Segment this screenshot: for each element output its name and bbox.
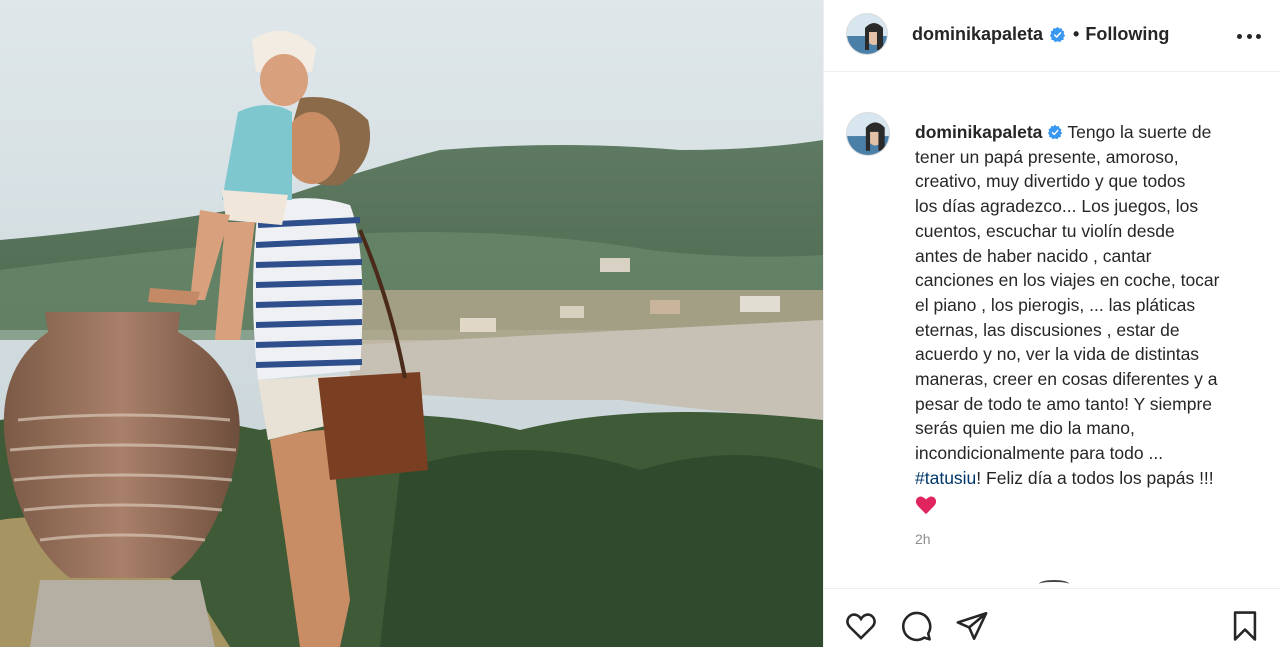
caption-line: maneras, creer en cosas diferentes y a [915,369,1218,390]
caption-avatar-image [847,113,889,155]
caption-line: los días agradezco... Los juegos, los [915,196,1199,217]
caption-hashtag-line: #tatusiu! Feliz día a todos los papás !!… [915,466,1260,491]
heart-outline-icon[interactable] [844,609,878,643]
bookmark-icon[interactable] [1228,609,1262,643]
caption-line: pesar de todo te amo tanto! Y siempre [915,393,1213,414]
verified-badge-icon [1049,26,1066,43]
post-side-panel: dominikapaleta • Following dominikapalet… [823,0,1280,647]
avatar[interactable] [846,13,888,55]
caption-first-line: dominikapaleta Tengo la suerte de [915,120,1260,145]
post-photo[interactable] [0,0,823,647]
caption-line: ! Feliz día a todos los papás !!! [976,467,1214,488]
caption-line: antes de haber nacido , cantar [915,245,1152,266]
caption-username-link[interactable]: dominikapaleta [915,122,1042,142]
red-heart-emoji-icon [915,496,937,514]
paper-plane-icon[interactable] [955,609,989,643]
caption-line: creativo, muy divertido y que todos [915,171,1186,192]
caption-line: el piano , los pierogis, ... las plática… [915,294,1196,315]
caption-line: acuerdo y no, ver la vida de distintas [915,344,1200,365]
caption-line: Tengo la suerte de [1067,122,1212,142]
caption-avatar[interactable] [846,112,890,156]
following-button[interactable]: Following [1085,24,1169,45]
hashtag-link[interactable]: #tatusiu [915,468,976,488]
comment-bubble-icon[interactable] [899,609,933,643]
post-header: dominikapaleta • Following [824,0,1280,72]
caption-line: tener un papá presente, amoroso, [915,146,1179,167]
caption-line: canciones en los viajes en coche, tocar [915,270,1220,291]
caption-line: serás quien me dio la mano, [915,418,1135,439]
caption-text: dominikapaleta Tengo la suerte de tener u… [915,120,1260,521]
more-options-icon[interactable] [1237,24,1261,48]
caption-emoji-line [915,491,1260,522]
photo-illustration [0,0,823,647]
caption-line: eternas, las discusiones , estar de [915,319,1180,340]
action-bar [824,588,1280,647]
username-link[interactable]: dominikapaleta [912,24,1043,45]
avatar-image [847,14,887,54]
verified-badge-icon [1048,124,1063,140]
caption-line: incondicionalmente para todo ... [915,443,1164,464]
caption-line: cuentos, escuchar tu violín desde [915,220,1175,241]
separator-dot: • [1073,24,1080,44]
header-user-row: dominikapaleta • Following [912,24,1169,45]
post-timestamp[interactable]: 2h [915,531,931,547]
loading-spinner-edge [1039,580,1069,588]
